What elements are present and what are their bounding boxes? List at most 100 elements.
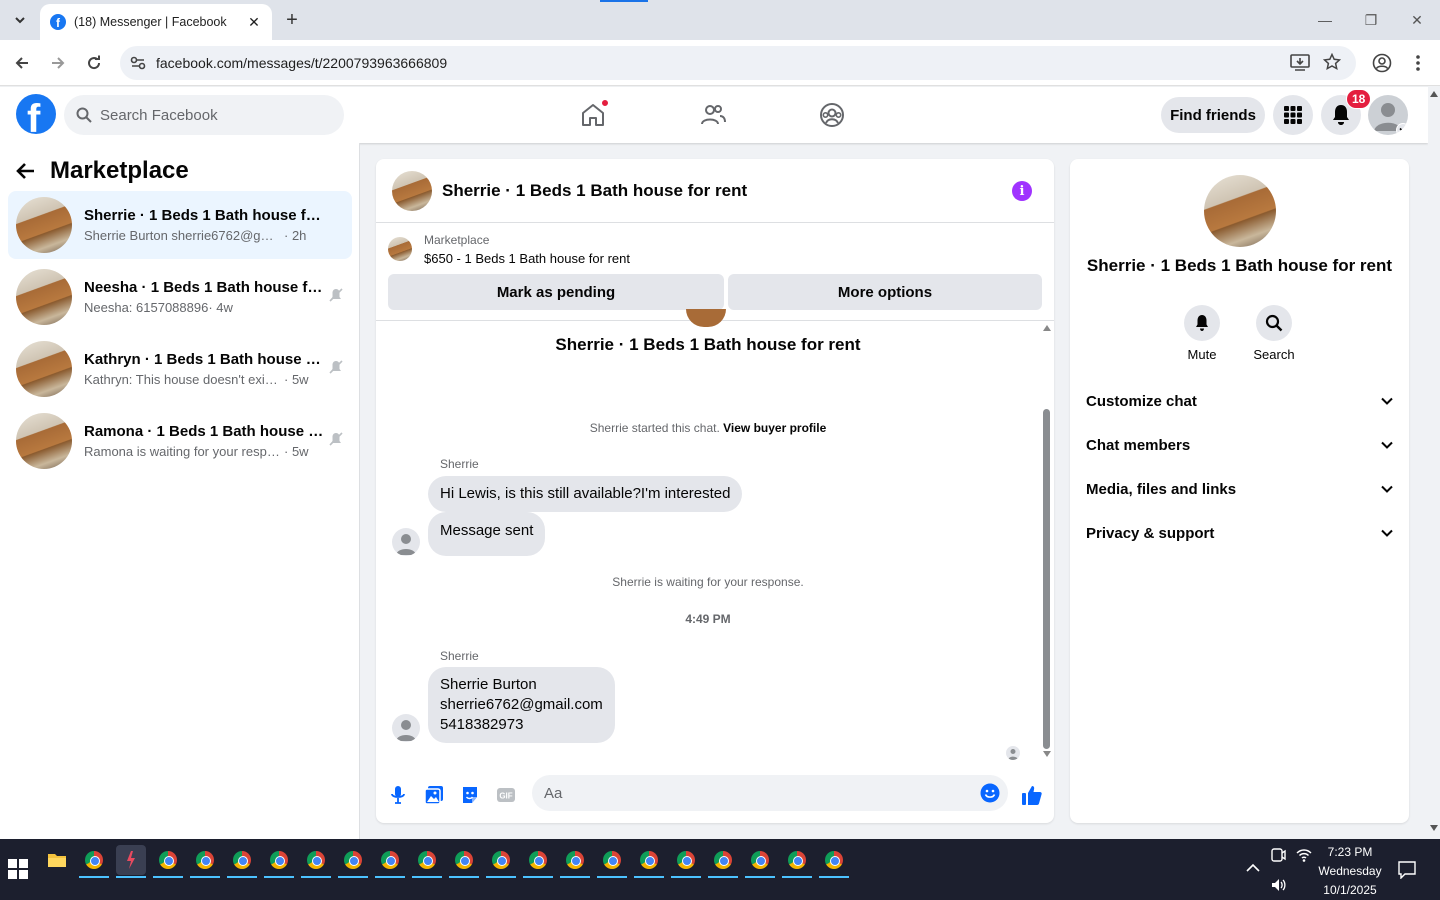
address-bar[interactable]: facebook.com/messages/t/2200793963666809 bbox=[120, 46, 1356, 80]
chrome-taskbar-icon[interactable] bbox=[523, 845, 553, 878]
details-thumbnail[interactable] bbox=[1204, 175, 1276, 247]
marketplace-listing[interactable]: Marketplace $650 - 1 Beds 1 Bath house f… bbox=[388, 233, 630, 266]
sender-avatar[interactable] bbox=[392, 528, 420, 556]
chat-thumbnail[interactable] bbox=[392, 170, 432, 211]
chrome-taskbar-icon[interactable] bbox=[153, 845, 183, 878]
search-action[interactable]: Search bbox=[1244, 305, 1304, 362]
conversation-preview: Ramona is waiting for your respon... bbox=[84, 444, 284, 459]
close-window-button[interactable]: ✕ bbox=[1394, 0, 1440, 40]
chrome-taskbar-icon[interactable] bbox=[449, 845, 479, 878]
restore-button[interactable]: ❐ bbox=[1348, 0, 1394, 40]
details-name: Sherrie · 1 Beds 1 Bath house for rent bbox=[1086, 256, 1393, 275]
chrome-taskbar-icon[interactable] bbox=[301, 845, 331, 878]
back-arrow-icon[interactable] bbox=[16, 161, 36, 181]
gif-button[interactable]: GIF bbox=[494, 783, 518, 807]
profile-icon[interactable] bbox=[1372, 53, 1392, 73]
tab-search-button[interactable] bbox=[6, 6, 34, 34]
forward-button[interactable] bbox=[46, 51, 70, 75]
message-bubble[interactable]: Message sent bbox=[428, 512, 546, 556]
back-button[interactable] bbox=[10, 51, 34, 75]
emoji-icon[interactable] bbox=[980, 783, 1000, 803]
pinned-app-icon[interactable] bbox=[116, 845, 146, 878]
menu-button[interactable] bbox=[1273, 95, 1313, 135]
chrome-taskbar-icon[interactable] bbox=[819, 845, 849, 878]
close-tab-icon[interactable]: ✕ bbox=[246, 14, 262, 30]
chrome-taskbar-icon[interactable] bbox=[782, 845, 812, 878]
sidebar-title: Marketplace bbox=[50, 157, 189, 184]
chrome-taskbar-icon[interactable] bbox=[486, 845, 516, 878]
privacy-support-section[interactable]: Privacy & support bbox=[1086, 511, 1394, 555]
volume-icon[interactable] bbox=[1270, 877, 1286, 893]
site-info-icon[interactable] bbox=[128, 53, 148, 73]
message-input[interactable]: Aa bbox=[532, 775, 1008, 811]
mute-action[interactable]: Mute bbox=[1172, 305, 1232, 362]
minimize-button[interactable]: — bbox=[1302, 0, 1348, 40]
chrome-taskbar-icon[interactable] bbox=[412, 845, 442, 878]
reload-button[interactable] bbox=[82, 51, 106, 75]
groups-nav-button[interactable] bbox=[802, 95, 862, 135]
facebook-logo[interactable]: f bbox=[16, 94, 56, 134]
info-icon[interactable]: i bbox=[1012, 181, 1032, 201]
new-tab-button[interactable]: + bbox=[280, 8, 304, 32]
chrome-taskbar-icon[interactable] bbox=[708, 845, 738, 878]
conversation-details-panel: Sherrie · 1 Beds 1 Bath house for rent M… bbox=[1070, 159, 1409, 823]
message-bubble[interactable]: Hi Lewis, is this still available?I'm in… bbox=[428, 476, 743, 512]
chrome-taskbar-icon[interactable] bbox=[745, 845, 775, 878]
chat-scroll-thumb[interactable] bbox=[1043, 409, 1050, 749]
conversation-item[interactable]: Kathryn · 1 Beds 1 Bath house fo... Kath… bbox=[8, 335, 352, 403]
default-user-icon bbox=[396, 534, 416, 555]
conversation-preview: Neesha: 6157088896 bbox=[84, 300, 209, 315]
network-icon[interactable] bbox=[1296, 847, 1312, 863]
meet-now-icon[interactable] bbox=[1270, 847, 1286, 863]
more-options-button[interactable]: More options bbox=[728, 274, 1042, 310]
customize-chat-section[interactable]: Customize chat bbox=[1086, 379, 1394, 423]
url-text: facebook.com/messages/t/2200793963666809 bbox=[156, 55, 448, 71]
windows-start-icon[interactable] bbox=[8, 859, 28, 879]
conversation-avatar bbox=[686, 309, 726, 327]
mark-as-pending-button[interactable]: Mark as pending bbox=[388, 274, 724, 310]
gif-icon: GIF bbox=[497, 788, 515, 802]
bookmark-star-icon[interactable] bbox=[1323, 53, 1341, 71]
sticker-button[interactable] bbox=[458, 783, 482, 807]
media-files-links-section[interactable]: Media, files and links bbox=[1086, 467, 1394, 511]
attach-photo-button[interactable] bbox=[422, 783, 446, 807]
send-like-button[interactable] bbox=[1020, 783, 1044, 807]
sender-avatar[interactable] bbox=[392, 714, 420, 742]
chrome-taskbar-icon[interactable] bbox=[227, 845, 257, 878]
chrome-taskbar-icon[interactable] bbox=[634, 845, 664, 878]
system-clock[interactable]: 7:23 PM Wednesday 10/1/2025 bbox=[1312, 843, 1388, 900]
file-explorer-icon[interactable] bbox=[42, 845, 72, 875]
chat-header: Sherrie · 1 Beds 1 Bath house for rent i bbox=[376, 159, 1054, 223]
chrome-taskbar-icon[interactable] bbox=[264, 845, 294, 878]
view-buyer-profile-link[interactable]: View buyer profile bbox=[723, 421, 826, 435]
browser-menu-icon[interactable] bbox=[1410, 53, 1426, 73]
chrome-taskbar-icon[interactable] bbox=[190, 845, 220, 878]
chrome-taskbar-icon[interactable] bbox=[560, 845, 590, 878]
install-app-icon[interactable] bbox=[1290, 54, 1310, 72]
message-bubble[interactable]: Sherrie Burton sherrie6762@gmail.com 541… bbox=[428, 667, 615, 743]
show-hidden-icons-chevron-icon[interactable] bbox=[1246, 863, 1260, 873]
chrome-taskbar-icon[interactable] bbox=[671, 845, 701, 878]
notification-center-icon[interactable] bbox=[1398, 861, 1416, 879]
browser-tab[interactable]: f (18) Messenger | Facebook ✕ bbox=[40, 4, 272, 40]
conversation-item[interactable]: Ramona · 1 Beds 1 Bath house fo... Ramon… bbox=[8, 407, 352, 475]
chat-members-section[interactable]: Chat members bbox=[1086, 423, 1394, 467]
chat-title[interactable]: Sherrie · 1 Beds 1 Bath house for rent bbox=[442, 181, 747, 201]
conversation-item[interactable]: Neesha · 1 Beds 1 Bath house for... Nees… bbox=[8, 263, 352, 331]
chrome-taskbar-icon[interactable] bbox=[338, 845, 368, 878]
facebook-search-input[interactable]: Search Facebook bbox=[64, 95, 344, 135]
chrome-taskbar-icon[interactable] bbox=[597, 845, 627, 878]
conversation-time: · 2h bbox=[284, 228, 307, 243]
chevron-down-icon bbox=[1381, 529, 1393, 537]
conversation-item[interactable]: Sherrie · 1 Beds 1 Bath house for re... … bbox=[8, 191, 352, 259]
find-friends-button[interactable]: Find friends bbox=[1161, 97, 1265, 133]
chrome-taskbar-icon[interactable] bbox=[79, 845, 109, 878]
page-scrollbar[interactable] bbox=[1428, 87, 1440, 839]
friends-nav-button[interactable] bbox=[683, 95, 743, 135]
chrome-taskbar-icon[interactable] bbox=[375, 845, 405, 878]
default-user-icon bbox=[396, 720, 416, 741]
voice-clip-button[interactable] bbox=[386, 783, 410, 807]
account-avatar[interactable] bbox=[1368, 95, 1408, 135]
chevron-down-icon bbox=[1381, 441, 1393, 449]
home-nav-button[interactable] bbox=[563, 95, 623, 135]
